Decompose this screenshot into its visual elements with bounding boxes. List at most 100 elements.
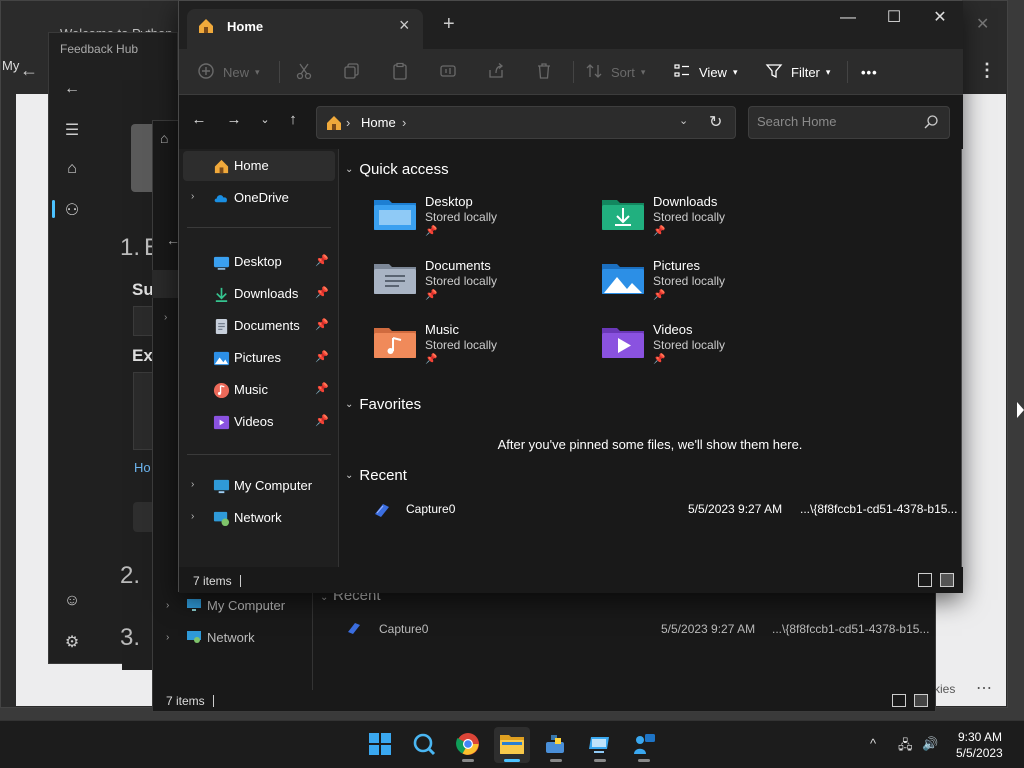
feedback-home-icon[interactable]: ⌂ — [62, 160, 82, 180]
nav-item-onedrive[interactable]: › OneDrive — [183, 183, 335, 213]
nav-item-downloads[interactable]: Downloads 📌 — [183, 279, 335, 309]
close-window-button[interactable]: ✕ — [917, 5, 963, 31]
pin-icon[interactable]: 📌 — [315, 286, 329, 299]
back-button[interactable]: ← — [187, 111, 211, 133]
bge-recent-name[interactable]: Capture0 — [379, 622, 428, 636]
pin-icon[interactable]: 📌 — [315, 254, 329, 267]
trash-icon — [535, 62, 555, 82]
sort-button[interactable]: Sort ▾ — [585, 57, 645, 87]
tab-close-icon[interactable]: × — [399, 15, 410, 36]
breadcrumb-chevron-icon[interactable]: › — [402, 115, 406, 130]
background-explorer-chevron-icon[interactable]: › — [164, 312, 167, 323]
qa-item-downloads[interactable]: Downloads Stored locally 📌 — [601, 194, 821, 250]
background-browser-menu-icon[interactable]: ⋮ — [978, 60, 996, 81]
breadcrumb-chevron-icon[interactable]: › — [346, 115, 350, 130]
start-button[interactable] — [362, 727, 398, 763]
forward-button[interactable]: → — [222, 111, 246, 133]
up-button[interactable]: ↑ — [281, 111, 305, 133]
maximize-button[interactable]: ☐ — [871, 5, 917, 31]
bge-nav-chevron-icon[interactable]: › — [166, 600, 169, 611]
qa-item-music[interactable]: Music Stored locally 📌 — [373, 322, 593, 378]
search-box[interactable] — [748, 106, 950, 139]
pin-icon[interactable]: 📌 — [315, 350, 329, 363]
view-button[interactable]: View ▾ — [673, 57, 737, 87]
nav-item-desktop[interactable]: Desktop 📌 — [183, 247, 335, 277]
network-status-icon[interactable]: 🖧 — [898, 736, 913, 758]
title-bar[interactable]: Home × + — ☐ ✕ — [179, 1, 963, 49]
new-tab-button[interactable]: + — [443, 13, 455, 36]
command-bar: New ▾ Sort ▾ View ▾ Filter ▾ ••• — [179, 49, 963, 95]
bge-nav-my-computer[interactable]: My Computer — [207, 598, 285, 613]
pin-icon[interactable]: 📌 — [315, 414, 329, 427]
refresh-icon[interactable]: ↻ — [709, 112, 722, 132]
recent-header[interactable]: ⌄ Recent — [345, 467, 407, 484]
recent-file-row[interactable]: Capture0 5/5/2023 9:27 AM ...\{8f8fccb1-… — [359, 499, 959, 523]
taskbar-search-button[interactable] — [406, 727, 442, 763]
volume-icon[interactable]: 🔊 — [922, 736, 938, 752]
feedback-back-icon[interactable]: ← — [62, 80, 82, 100]
bge-tiles-view-icon[interactable] — [914, 694, 928, 707]
clock-date[interactable]: 5/5/2023 — [956, 746, 1003, 760]
nav-item-my-computer[interactable]: › My Computer — [183, 471, 335, 501]
breadcrumb-home[interactable]: Home — [361, 115, 396, 130]
qa-sub: Stored locally — [653, 338, 726, 352]
pin-icon[interactable]: 📌 — [315, 382, 329, 395]
recent-file-location: ...\{8f8fccb1-cd51-4378-b15... — [800, 502, 958, 516]
qa-item-documents[interactable]: Documents Stored locally 📌 — [373, 258, 593, 314]
tab-home[interactable]: Home × — [187, 9, 423, 49]
tiles-view-icon[interactable] — [940, 573, 954, 587]
taskbar-remote-app[interactable] — [582, 727, 618, 763]
minimize-button[interactable]: — — [825, 5, 871, 31]
nav-item-pictures[interactable]: Pictures 📌 — [183, 343, 335, 373]
quick-access-header[interactable]: ⌄ Quick access — [345, 161, 449, 178]
nav-item-network[interactable]: › Network — [183, 503, 335, 533]
search-icon[interactable] — [923, 114, 939, 130]
expand-chevron-icon[interactable]: › — [191, 479, 194, 490]
tray-overflow-icon[interactable]: ^ — [870, 736, 876, 751]
address-dropdown-icon[interactable]: ⌄ — [679, 114, 688, 127]
taskbar-python-app[interactable] — [538, 727, 574, 763]
bge-recent-chevron-icon[interactable]: ⌄ — [320, 592, 328, 603]
delete-button[interactable] — [535, 57, 555, 87]
pin-icon[interactable]: 📌 — [315, 318, 329, 331]
new-button[interactable]: New ▾ — [197, 57, 260, 87]
rename-button[interactable] — [439, 57, 459, 87]
address-bar[interactable]: › Home › ⌄ ↻ — [316, 106, 736, 139]
paste-button[interactable] — [391, 57, 411, 87]
qa-item-videos[interactable]: Videos Stored locally 📌 — [601, 322, 821, 378]
bge-details-view-icon[interactable] — [892, 694, 906, 707]
background-explorer-address[interactable] — [152, 270, 178, 298]
more-options-button[interactable]: ••• — [861, 57, 878, 87]
details-view-icon[interactable] — [918, 573, 932, 587]
background-browser-close-icon[interactable]: ✕ — [976, 14, 989, 34]
feedback-settings-icon[interactable]: ⚙ — [62, 632, 82, 652]
expand-chevron-icon[interactable]: › — [191, 511, 194, 522]
favorites-header[interactable]: ⌄ Favorites — [345, 396, 421, 413]
expand-chevron-icon[interactable]: › — [191, 191, 194, 202]
copy-button[interactable] — [343, 57, 363, 87]
nav-item-music[interactable]: Music 📌 — [183, 375, 335, 405]
nav-item-videos[interactable]: Videos 📌 — [183, 407, 335, 437]
qa-item-pictures[interactable]: Pictures Stored locally 📌 — [601, 258, 821, 314]
clock-time[interactable]: 9:30 AM — [958, 730, 1002, 744]
feedback-feedback-icon[interactable]: ⚇ — [62, 200, 82, 220]
taskbar-file-explorer[interactable] — [494, 727, 530, 763]
search-input[interactable] — [757, 114, 917, 129]
taskbar-chrome[interactable] — [450, 727, 486, 763]
recent-locations-button[interactable]: ⌄ — [253, 113, 277, 135]
share-button[interactable] — [487, 57, 507, 87]
nav-item-home[interactable]: Home — [183, 151, 335, 181]
nav-item-documents[interactable]: Documents 📌 — [183, 311, 335, 341]
bge-nav-network[interactable]: Network — [207, 630, 255, 645]
qa-item-desktop[interactable]: Desktop Stored locally 📌 — [373, 194, 593, 250]
background-browser-back-icon[interactable]: ← — [20, 60, 38, 81]
feedback-menu-icon[interactable]: ☰ — [62, 120, 82, 140]
background-more-icon[interactable]: ⋯ — [976, 678, 992, 698]
cut-button[interactable] — [295, 57, 315, 87]
file-explorer-window[interactable]: Home × + — ☐ ✕ New ▾ Sort ▾ View ▾ Filte… — [178, 0, 963, 593]
feedback-link[interactable]: Ho — [134, 460, 151, 475]
bge-nav-chevron-icon-2[interactable]: › — [166, 632, 169, 643]
filter-button[interactable]: Filter ▾ — [765, 57, 830, 87]
taskbar-feedback-hub[interactable] — [626, 727, 662, 763]
feedback-account-icon[interactable]: ☺ — [62, 592, 82, 612]
